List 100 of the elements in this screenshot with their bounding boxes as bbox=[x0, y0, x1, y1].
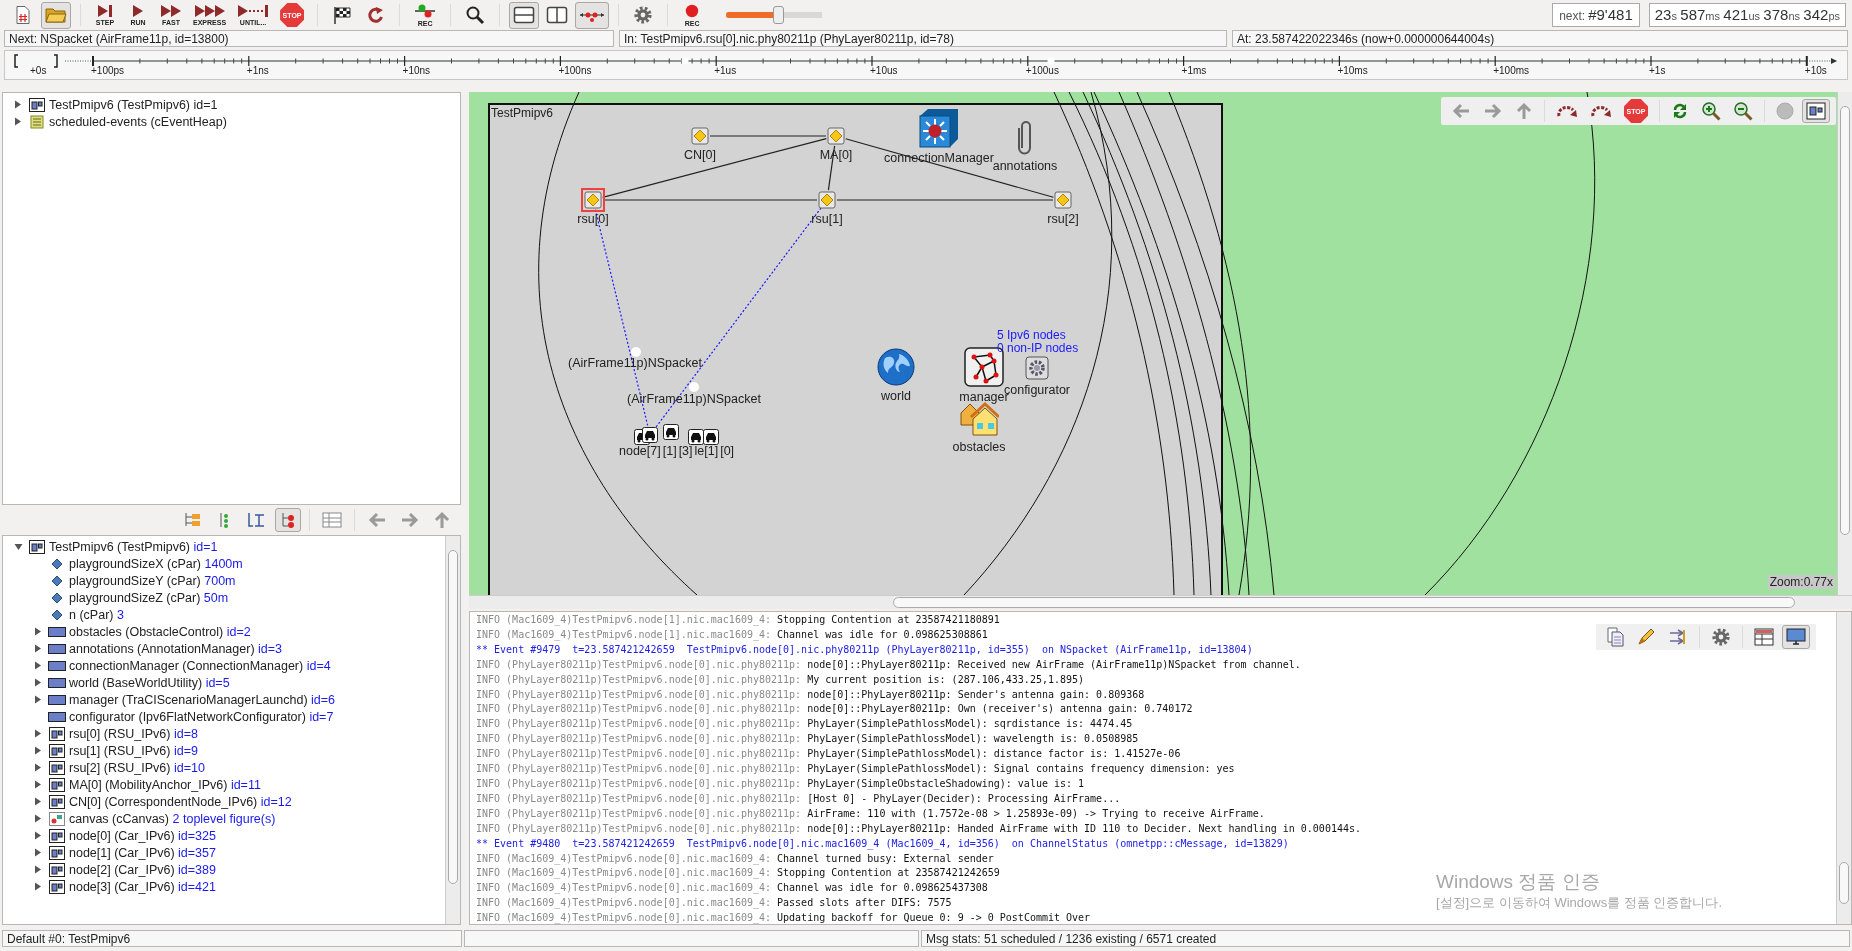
expand-arrow-icon[interactable] bbox=[34, 746, 42, 755]
log-view-button[interactable] bbox=[1782, 625, 1810, 649]
expand-arrow-icon[interactable] bbox=[34, 695, 42, 704]
module-label: node[7] bbox=[619, 444, 661, 458]
tree-item[interactable]: rsu[2] (RSU_IPv6) id=10 bbox=[67, 760, 205, 775]
canvas-icon bbox=[49, 811, 65, 826]
expand-arrow-icon[interactable] bbox=[34, 865, 42, 874]
expand-arrow-icon[interactable] bbox=[14, 117, 22, 126]
expand-arrow-icon[interactable] bbox=[14, 100, 22, 109]
expand-arrow-icon[interactable] bbox=[34, 661, 42, 670]
up-icon bbox=[433, 510, 451, 530]
tree-item[interactable]: node[1] (Car_IPv6) id=357 bbox=[67, 845, 216, 860]
module-icon bbox=[49, 760, 65, 775]
router-icon[interactable] bbox=[1051, 188, 1075, 212]
layout-button[interactable] bbox=[509, 1, 540, 29]
tree-item[interactable]: world (BaseWorldUtility) id=5 bbox=[67, 675, 230, 690]
expand-arrow-icon[interactable] bbox=[34, 627, 42, 636]
scrollbar[interactable] bbox=[1837, 92, 1852, 595]
slider-thumb[interactable] bbox=[772, 6, 784, 24]
tree-item[interactable]: connectionManager (ConnectionManager) id=4 bbox=[67, 658, 331, 673]
expand-arrow-icon[interactable] bbox=[34, 814, 42, 823]
router-icon[interactable] bbox=[688, 124, 712, 148]
tree-item[interactable]: node[3] (Car_IPv6) id=421 bbox=[67, 879, 216, 894]
highlighter-icon bbox=[1636, 627, 1656, 647]
expand-arrow-icon[interactable] bbox=[34, 678, 42, 687]
expand-arrow-icon[interactable] bbox=[34, 644, 42, 653]
module-label: obstacles bbox=[952, 440, 1006, 454]
tree-mode-button[interactable] bbox=[275, 508, 301, 532]
collapse-arrow-icon[interactable] bbox=[13, 542, 23, 551]
tree-item[interactable]: annotations (AnnotationManager) id=3 bbox=[67, 641, 282, 656]
globe-icon[interactable] bbox=[874, 345, 918, 389]
router-icon[interactable] bbox=[824, 124, 848, 148]
timeline-label: +100ns bbox=[558, 65, 592, 76]
view-mode-button[interactable] bbox=[1802, 99, 1830, 123]
tree-item[interactable]: rsu[1] (RSU_IPv6) id=9 bbox=[67, 743, 198, 758]
module-block-icon bbox=[48, 659, 66, 672]
log-line: INFO (Mac1609_4)TestPmipv6.node[0].nic.mac1609_4: Channel was idle for 0.098625437308 bbox=[476, 881, 988, 896]
timeline-label: +100ms bbox=[1493, 65, 1530, 76]
tree-item[interactable]: playgroundSizeX (cPar) 1400m bbox=[67, 556, 243, 571]
scrollbar[interactable] bbox=[1836, 612, 1851, 924]
range-bracket-icon[interactable] bbox=[13, 54, 59, 68]
gear-icon[interactable] bbox=[1022, 353, 1052, 383]
triple-play-icon bbox=[194, 3, 226, 18]
refresh-icon bbox=[1671, 102, 1689, 120]
expand-arrow-icon[interactable] bbox=[34, 831, 42, 840]
scrollbar[interactable] bbox=[445, 536, 460, 924]
router-icon[interactable] bbox=[581, 188, 605, 212]
message-label: (AirFrame11p)NSpacket bbox=[627, 392, 761, 406]
tree-item[interactable]: playgroundSizeZ (cPar) 50m bbox=[67, 590, 229, 605]
log-line: INFO (Mac1609_4)TestPmipv6.node[0].nic.mac1609_4: Channel turned busy: External sender bbox=[476, 851, 994, 867]
tree-item[interactable]: node[0] (Car_IPv6) id=325 bbox=[67, 828, 216, 843]
expand-arrow-icon[interactable] bbox=[34, 763, 42, 772]
expand-arrow-icon[interactable] bbox=[34, 882, 42, 891]
back-icon bbox=[1451, 102, 1471, 120]
tree-item[interactable]: manager (TraCIScenarioManagerLaunchd) id=6 bbox=[67, 692, 336, 707]
tree-item[interactable]: TestPmipv6 (TestPmipv6) id=1 bbox=[47, 539, 218, 554]
tree-item[interactable]: rsu[0] (RSU_IPv6) id=8 bbox=[67, 726, 198, 741]
tree-item[interactable]: CN[0] (CorrespondentNode_IPv6) id=12 bbox=[67, 794, 292, 809]
message-dot[interactable] bbox=[631, 347, 641, 357]
module-icon bbox=[49, 862, 65, 877]
router-icon[interactable] bbox=[815, 188, 839, 212]
tree-item[interactable]: obstacles (ObstacleControl) id=2 bbox=[67, 624, 251, 639]
car-icon[interactable] bbox=[700, 426, 722, 448]
scrollbar[interactable] bbox=[469, 595, 1852, 609]
circular-arrow-icon bbox=[365, 5, 386, 25]
log-line: INFO (PhyLayer80211p)TestPmipv6.node[0].nic.phy80211p: PhyLayer(SimpleObstacleShadowing): value is: 1 bbox=[476, 776, 1085, 791]
car-icon[interactable] bbox=[660, 421, 682, 443]
message-dot[interactable] bbox=[689, 382, 699, 392]
log-line: INFO (PhyLayer80211p)TestPmipv6.node[0].nic.phy80211p: PhyLayer(SimplePathlossModel): wavelength is: 0.0508985 bbox=[476, 732, 1139, 747]
tree-item[interactable]: n (cPar) 3 bbox=[67, 607, 124, 622]
tree-item[interactable]: node[2] (Car_IPv6) id=389 bbox=[67, 862, 216, 877]
timeline-button[interactable] bbox=[575, 1, 610, 29]
expand-arrow-icon[interactable] bbox=[34, 780, 42, 789]
expand-arrow-icon[interactable] bbox=[34, 848, 42, 857]
open-button[interactable] bbox=[41, 1, 71, 29]
timeline-label: +1ms bbox=[1181, 65, 1207, 76]
diamond-icon bbox=[51, 591, 63, 604]
info-field: In: TestPmipv6.rsu[0].nic.phy80211p (PhyLayer80211p, id=78) bbox=[619, 30, 1227, 47]
play-icon bbox=[131, 3, 145, 18]
log-line: INFO (PhyLayer80211p)TestPmipv6.node[0].nic.phy80211p: PhyLayer(SimplePathlossModel): sqrdistance is: 4474.45 bbox=[476, 717, 1133, 732]
tree-item[interactable]: configurator (Ipv6FlatNetworkConfigurator) id=7 bbox=[67, 709, 334, 724]
checkered-flag-icon bbox=[331, 5, 354, 25]
log-line: INFO (Mac1609_4)TestPmipv6.node[1].nic.mac1609_4: Channel was idle for 0.098625308861 bbox=[476, 627, 988, 643]
car-icon[interactable] bbox=[639, 424, 661, 446]
log-line: INFO (PhyLayer80211p)TestPmipv6.node[0].nic.phy80211p: My current position is: (287.106,433.25,1.895) bbox=[476, 672, 1085, 687]
module-block-icon bbox=[48, 693, 66, 706]
activation-text: [설정]으로 이동하여 Windows를 정품 인증합니다. bbox=[1436, 894, 1723, 912]
expand-arrow-icon[interactable] bbox=[34, 797, 42, 806]
split-horizontal-icon bbox=[513, 6, 536, 24]
tree-item[interactable]: TestPmipv6 (TestPmipv6) id=1 bbox=[47, 97, 218, 112]
diamond-icon bbox=[51, 574, 63, 587]
tree-item[interactable]: canvas (cCanvas) 2 toplevel figure(s) bbox=[67, 811, 276, 826]
circle-icon bbox=[1776, 102, 1794, 120]
tree-item[interactable]: scheduled-events (cEventHeap) bbox=[47, 114, 227, 129]
module-icon bbox=[49, 777, 65, 792]
expand-arrow-icon[interactable] bbox=[34, 729, 42, 738]
tree-item[interactable]: playgroundSizeY (cPar) 700m bbox=[67, 573, 236, 588]
play-bar-icon bbox=[96, 3, 114, 18]
tree-item[interactable]: MA[0] (MobilityAnchor_IPv6) id=11 bbox=[67, 777, 261, 792]
log-line: INFO (Mac1609_4)TestPmipv6.node[0].nic.mac1609_4: Passed slots after DIFS: 7575 bbox=[476, 896, 952, 911]
